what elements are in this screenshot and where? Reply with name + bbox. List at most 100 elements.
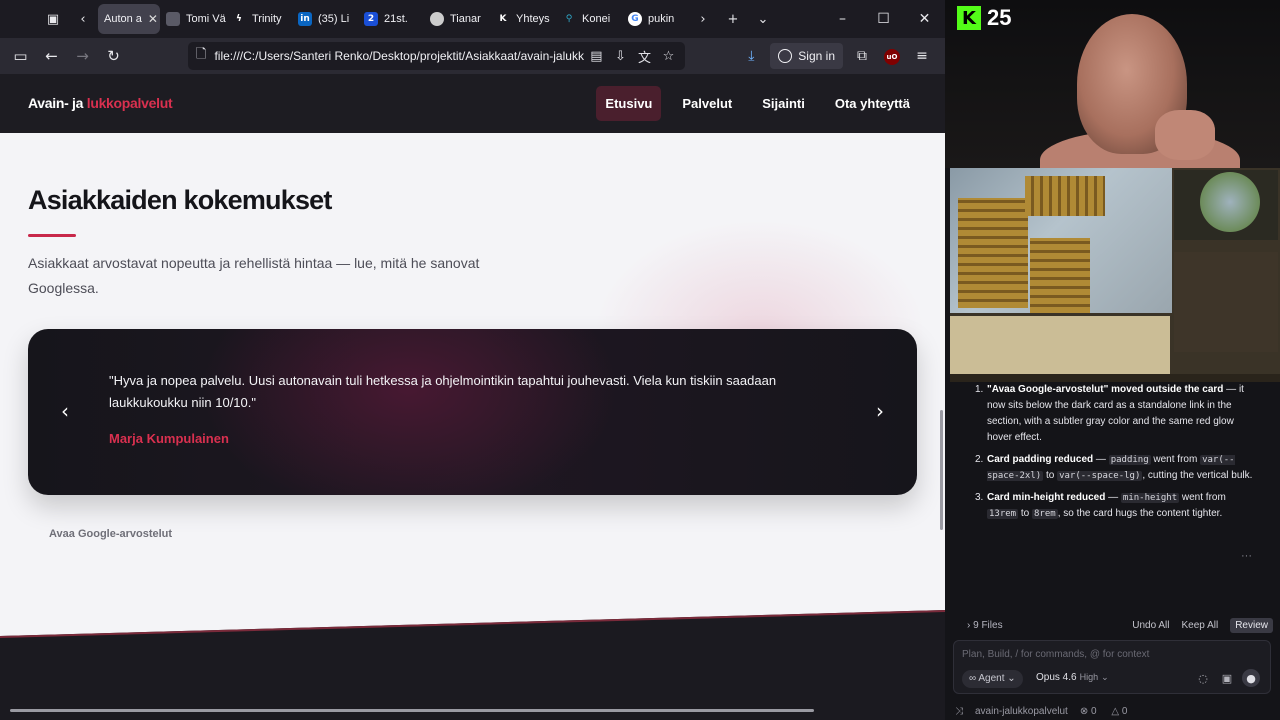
testimonial-author: Marja Kumpulainen — [109, 431, 229, 446]
agent-label: Agent — [978, 673, 1005, 684]
testimonials-section: Asiakkaiden kokemukset Asiakkaat arvosta… — [0, 133, 945, 596]
logo-accent: lukkopalvelut — [86, 95, 173, 111]
step-body: to — [1018, 508, 1032, 519]
account-icon — [778, 49, 793, 63]
chat-input[interactable]: Plan, Build, / for commands, @ for conte… — [953, 640, 1271, 694]
save-page-icon[interactable]: ⇩ — [608, 49, 632, 64]
nav-link-etusivu[interactable]: Etusivu — [596, 86, 662, 121]
list-tabs-icon[interactable]: ⌄ — [748, 4, 778, 34]
ublock-icon[interactable]: uO — [877, 47, 907, 65]
close-tab-icon[interactable]: ✕ — [148, 12, 158, 26]
tab-item[interactable]: K Yhteys — [490, 4, 556, 34]
tab-item[interactable]: ϟ Trinity — [226, 4, 292, 34]
forward-icon[interactable]: → — [67, 41, 98, 71]
previous-arrow-icon[interactable]: ‹ — [53, 399, 77, 423]
tomi-favicon-icon — [166, 12, 180, 26]
problems-indicator[interactable]: ⊗ 0 △ 0 — [1080, 706, 1140, 717]
assistant-message: 1. "Avaa Google-arvostelut" moved outsid… — [975, 382, 1255, 528]
site-logo[interactable]: Avain- ja lukkopalvelut — [28, 95, 173, 111]
game-chatbox — [950, 316, 1170, 374]
tab-item[interactable]: ⚲ Konei — [556, 4, 622, 34]
bookmark-star-icon[interactable]: ☆ — [656, 49, 680, 64]
tab-item[interactable]: Gpukin — [622, 4, 688, 34]
chat-input-placeholder: Plan, Build, / for commands, @ for conte… — [962, 649, 1150, 660]
translate-icon[interactable]: 文 — [632, 47, 656, 66]
nav-link-palvelut[interactable]: Palvelut — [673, 86, 741, 121]
chevron-down-icon: ⌄ — [1101, 672, 1109, 682]
location-pin-icon: ⚲ — [565, 14, 573, 24]
microphone-icon[interactable]: ● — [1242, 669, 1260, 687]
tab-item[interactable]: Tianar — [424, 4, 490, 34]
ai-assistant-panel: 1. "Avaa Google-arvostelut" moved outsid… — [945, 382, 1280, 720]
more-options-icon[interactable]: ··· — [1241, 550, 1252, 562]
tab-bar: ▣ ‹ Auton a ✕ Tomi Välin ϟ Trinity in (35)… — [0, 0, 945, 38]
nav-link-sijainti[interactable]: Sijainti — [753, 86, 814, 121]
tabs-scroll-left-icon[interactable]: ‹ — [68, 4, 98, 34]
game-inventory — [1174, 252, 1278, 352]
testimonial-card: ‹ "Hyva ja nopea palvelu. Uusi autonavai… — [28, 329, 917, 495]
tab-active[interactable]: Auton a ✕ — [98, 4, 160, 34]
tabs-scroll-right-icon[interactable]: › — [688, 4, 718, 34]
new-tab-icon[interactable]: + — [718, 4, 748, 34]
downloads-icon[interactable]: ⤓ — [736, 48, 766, 64]
tab-label: pukin — [648, 13, 675, 25]
step-number: 1. — [975, 384, 984, 395]
toolbar-actions: ⤓ Sign in ⧉ uO ≡ — [736, 41, 937, 71]
footer-band — [0, 596, 945, 720]
vertical-scrollbar[interactable] — [940, 410, 943, 530]
maximize-icon[interactable]: ☐ — [863, 0, 904, 38]
title-underline — [28, 234, 76, 237]
step-body: to — [1043, 470, 1058, 481]
files-toggle[interactable]: › 9 Files — [967, 620, 1120, 631]
back-icon[interactable]: ← — [36, 41, 67, 71]
undo-all-button[interactable]: Undo All — [1132, 620, 1169, 631]
sign-in-button[interactable]: Sign in — [770, 43, 843, 69]
21st-favicon-icon: 2 — [364, 12, 378, 26]
url-text[interactable]: file:///C:/Users/Santeri Renko/Desktop/p… — [214, 49, 584, 63]
agent-mode-select[interactable]: ∞ Agent ⌄ — [962, 670, 1023, 688]
step-number: 2. — [975, 454, 984, 465]
remote-icon[interactable]: ⤨ — [955, 706, 963, 717]
sign-in-label: Sign in — [798, 49, 835, 63]
sidebar-toggle-icon[interactable]: ▭ — [5, 41, 36, 71]
menu-icon[interactable]: ≡ — [907, 48, 937, 64]
nav-link-ota-yhteytta[interactable]: Ota yhteyttä — [826, 86, 919, 121]
viewer-count: 25 — [987, 5, 1012, 30]
kick-logo-icon: K — [957, 6, 981, 30]
url-bar[interactable]: 🗋 file:///C:/Users/Santeri Renko/Desktop… — [188, 42, 685, 70]
next-arrow-icon[interactable]: › — [868, 399, 892, 423]
changed-files-bar: › 9 Files Undo All Keep All Review — [967, 616, 1273, 634]
close-window-icon[interactable]: ✕ — [904, 0, 945, 38]
history-icon[interactable]: ◌ — [1194, 669, 1212, 687]
tab-tray-icon[interactable]: ▣ — [38, 4, 68, 34]
model-select[interactable]: Opus 4.6 High ⌄ — [1036, 672, 1109, 683]
step-title: Card min-height reduced — [987, 492, 1106, 503]
code-snippet: 13rem — [987, 509, 1019, 519]
code-snippet: min-height — [1120, 493, 1180, 503]
kick-viewer-badge: K 25 — [957, 5, 1011, 31]
tab-label: Konei — [582, 13, 611, 25]
keep-all-button[interactable]: Keep All — [1182, 620, 1219, 631]
k-favicon-icon: K — [499, 14, 507, 24]
linkedin-icon: in — [298, 12, 312, 26]
browser-window: ▣ ‹ Auton a ✕ Tomi Välin ϟ Trinity in (35)… — [0, 0, 945, 720]
tab-label: Trinity — [252, 13, 282, 25]
image-icon[interactable]: ▣ — [1218, 669, 1236, 687]
site-header: Avain- ja lukkopalvelut Etusivu Palvelut… — [0, 74, 945, 133]
reader-view-icon[interactable]: ▤ — [584, 49, 608, 64]
webcam-person-hand — [1155, 110, 1215, 160]
project-name[interactable]: avain-jalukkopalvelut — [975, 706, 1068, 717]
code-snippet: var(--space-lg) — [1057, 471, 1143, 481]
google-reviews-link[interactable]: Avaa Google-arvostelut — [49, 528, 172, 540]
review-button[interactable]: Review — [1230, 617, 1273, 633]
horizontal-scrollbar[interactable] — [10, 709, 814, 712]
game-window — [950, 168, 1280, 382]
step-text: "Avaa Google-arvostelut" moved outside t… — [987, 382, 1255, 446]
tab-item[interactable]: in (35) Li — [292, 4, 358, 34]
page-info-icon[interactable]: 🗋 — [196, 45, 206, 67]
tab-item[interactable]: Tomi Välin — [160, 4, 226, 34]
tab-item[interactable]: 2 21st. — [358, 4, 424, 34]
extensions-icon[interactable]: ⧉ — [847, 48, 877, 64]
reload-icon[interactable]: ↻ — [98, 41, 129, 71]
minimize-icon[interactable]: – — [822, 0, 863, 38]
